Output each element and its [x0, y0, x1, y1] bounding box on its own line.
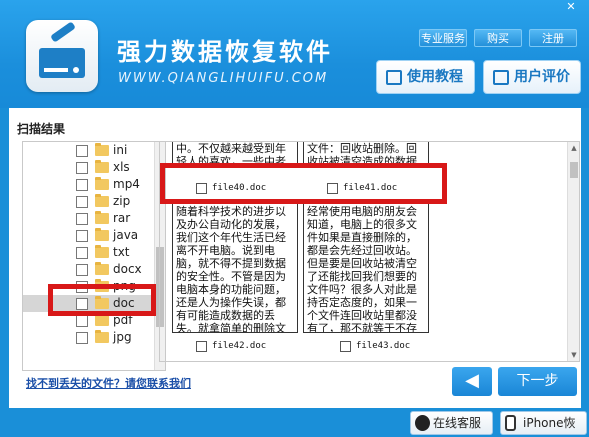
- header: 强力数据恢复软件 WWW.QIANGLIHUIFU.COM ✕ 专业服务 购买 …: [0, 0, 589, 108]
- files-scrollbar[interactable]: ▲ ▼: [567, 142, 579, 361]
- iphone-icon: [505, 415, 516, 431]
- register-button[interactable]: 注册: [529, 29, 577, 47]
- tree-item-label: rar: [113, 211, 131, 225]
- tree-item-label: java: [113, 228, 139, 242]
- checkbox[interactable]: [76, 264, 88, 276]
- tree-item-java[interactable]: java: [23, 227, 155, 244]
- online-support-label: 在线客服: [433, 416, 482, 430]
- tree-item-label: ini: [113, 143, 128, 157]
- next-step-button[interactable]: 下一步: [498, 367, 577, 396]
- checkbox[interactable]: [76, 315, 88, 327]
- checkbox[interactable]: [76, 179, 88, 191]
- checkbox[interactable]: [76, 230, 88, 242]
- scroll-up-icon[interactable]: ▲: [570, 144, 578, 152]
- highlight-box-doc: [48, 284, 156, 316]
- file-preview-image[interactable]: 经常使用电脑的朋友会知道，电脑上的很多文件如果是直接删除的，都是会先经过回收站。…: [303, 202, 429, 333]
- tree-item-label: jpg: [113, 330, 132, 344]
- scroll-down-icon[interactable]: ▼: [570, 351, 578, 359]
- folder-icon: [95, 245, 109, 258]
- iphone-recovery-button[interactable]: iPhone恢复: [500, 411, 587, 435]
- scan-result-label: 扫描结果: [17, 122, 66, 136]
- file-checkbox[interactable]: [340, 341, 351, 352]
- folder-icon: [95, 194, 109, 207]
- wrench-icon: [50, 21, 76, 43]
- tree-item-label: mp4: [113, 177, 140, 191]
- qq-icon: [415, 415, 430, 431]
- app-title: 强力数据恢复软件: [117, 38, 333, 66]
- tree-item-xls[interactable]: xls: [23, 159, 155, 176]
- tree-item-label: xls: [113, 160, 130, 174]
- file-name: file42.doc: [212, 341, 267, 351]
- tutorial-label: 使用教程: [407, 69, 463, 85]
- comment-icon: [493, 70, 509, 85]
- footer: 在线客服 iPhone恢复: [0, 408, 589, 437]
- checkbox[interactable]: [76, 213, 88, 225]
- tree-item-label: txt: [113, 245, 130, 259]
- file-type-tree: ini xls mp4 zip rar java txt docx png do…: [22, 141, 166, 371]
- folder-icon: [95, 228, 109, 241]
- tree-item-rar[interactable]: rar: [23, 210, 155, 227]
- tutorial-button[interactable]: 使用教程: [376, 60, 475, 94]
- online-support-button[interactable]: 在线客服: [410, 411, 493, 435]
- scrollbar-thumb[interactable]: [570, 162, 578, 178]
- tree-item-ini[interactable]: ini: [23, 142, 155, 159]
- file-name: file43.doc: [356, 341, 411, 351]
- folder-icon: [95, 177, 109, 190]
- checkbox[interactable]: [76, 196, 88, 208]
- app-logo: [26, 20, 98, 92]
- iphone-recovery-label: iPhone恢复: [523, 416, 576, 430]
- tree-item-docx[interactable]: docx: [23, 261, 155, 278]
- checkbox[interactable]: [76, 145, 88, 157]
- tree-item-jpg[interactable]: jpg: [23, 329, 155, 346]
- highlight-box-filenames: [160, 163, 447, 204]
- folder-icon: [95, 143, 109, 156]
- folder-icon: [95, 211, 109, 224]
- back-button[interactable]: ◀: [452, 367, 492, 396]
- user-review-button[interactable]: 用户评价: [483, 60, 581, 94]
- file-checkbox[interactable]: [196, 341, 207, 352]
- folder-icon: [95, 160, 109, 173]
- checkbox[interactable]: [76, 162, 88, 174]
- user-review-label: 用户评价: [514, 69, 570, 85]
- book-icon: [386, 70, 402, 85]
- hard-disk-icon: [39, 48, 85, 78]
- folder-icon: [95, 313, 109, 326]
- folder-icon: [95, 330, 109, 343]
- tree-item-label: zip: [113, 194, 131, 208]
- buy-button[interactable]: 购买: [474, 29, 522, 47]
- app-website: WWW.QIANGLIHUIFU.COM: [118, 71, 329, 86]
- tree-item-zip[interactable]: zip: [23, 193, 155, 210]
- main-panel: 扫描结果 ini xls mp4 zip rar java txt docx p…: [9, 108, 581, 408]
- folder-icon: [95, 262, 109, 275]
- pro-service-button[interactable]: 专业服务: [419, 29, 467, 47]
- contact-us-link[interactable]: 找不到丢失的文件？请您联系我们: [26, 375, 191, 391]
- close-button[interactable]: ✕: [556, 0, 586, 14]
- tree-item-label: docx: [113, 262, 142, 276]
- checkbox[interactable]: [76, 247, 88, 259]
- tree-item-txt[interactable]: txt: [23, 244, 155, 261]
- tree-item-mp4[interactable]: mp4: [23, 176, 155, 193]
- file-preview-image[interactable]: 随着科学技术的进步以及办公自动化的发展，我们这个年代生活已经离不开电脑。说到电脑…: [172, 202, 298, 333]
- checkbox[interactable]: [76, 332, 88, 344]
